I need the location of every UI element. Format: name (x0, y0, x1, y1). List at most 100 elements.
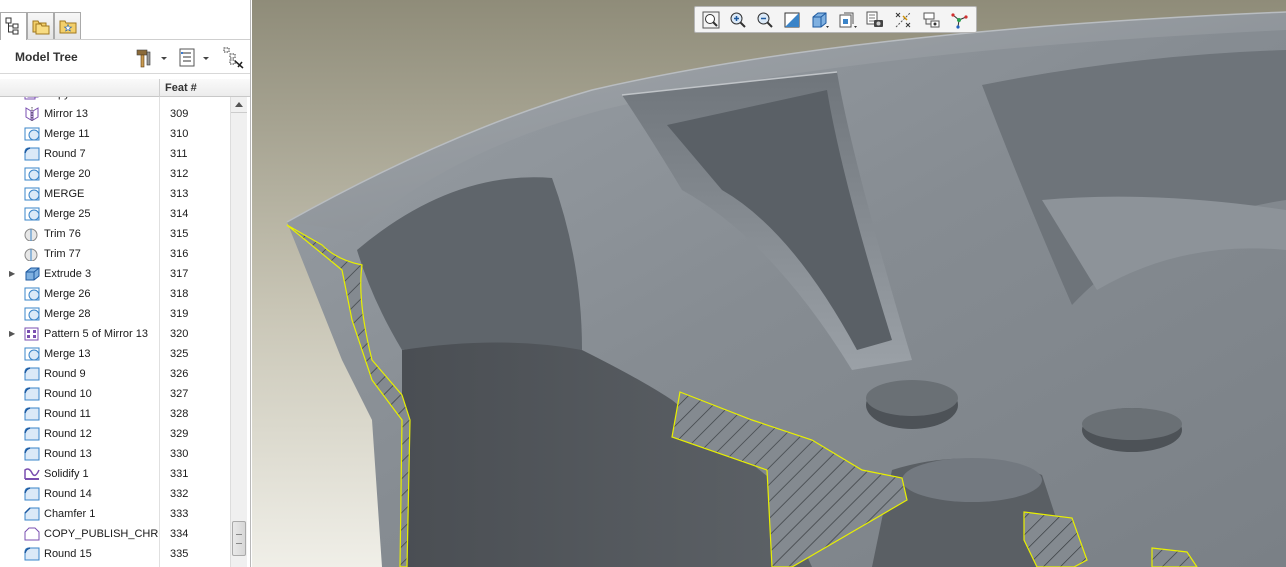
tree-row-label: Trim 77 (44, 248, 81, 260)
favorites-tab[interactable] (54, 12, 81, 39)
annotation-display-button[interactable] (919, 9, 943, 31)
tree-row[interactable]: Trim 76 315 (0, 224, 230, 244)
tree-row-label: Merge 11 (44, 128, 90, 140)
tree-row-label: COPY_PUBLISH_CHROME (44, 528, 159, 540)
tree-row[interactable]: Merge 25 314 (0, 204, 230, 224)
tree-row[interactable]: Chamfer 1 333 (0, 504, 230, 524)
tree-show-button[interactable] (178, 47, 214, 69)
view-manager-button[interactable] (863, 9, 887, 31)
tree-row-label: Round 9 (44, 368, 86, 380)
tree-row[interactable]: Merge 20 312 (0, 164, 230, 184)
tree-row[interactable]: Solidify 1 331 (0, 464, 230, 484)
tree-row-label: Merge 26 (44, 288, 91, 300)
tree-settings-button[interactable] (133, 47, 173, 69)
tree-row[interactable]: ▶ Pattern 5 of Mirror 13 320 (0, 324, 230, 344)
saved-views-button[interactable] (835, 9, 859, 31)
chevron-down-icon (203, 57, 209, 60)
zoom-in-button[interactable] (726, 9, 750, 31)
solidify-icon (24, 468, 40, 480)
tree-row-label: Round 12 (44, 428, 92, 440)
scroll-thumb[interactable] (232, 521, 246, 556)
tree-row-feat-number: 334 (170, 528, 189, 540)
repaint-button[interactable] (780, 9, 804, 31)
datum-display-button[interactable] (891, 9, 915, 31)
folder-browser-tab-icon (32, 20, 50, 35)
tree-row-label: Round 14 (44, 488, 92, 500)
tree-row-feat-number: 319 (170, 308, 189, 320)
repaint-icon (784, 12, 800, 28)
tree-row-label: Round 13 (44, 448, 92, 460)
tree-row[interactable]: Mirror 13 309 (0, 104, 230, 124)
merge-icon (24, 127, 40, 141)
tree-row-feat-number: 316 (170, 248, 189, 260)
tree-row[interactable]: Round 9 326 (0, 364, 230, 384)
tree-row-feat-number: 311 (170, 148, 188, 160)
refit-button[interactable] (699, 9, 723, 31)
feat-number-column-header[interactable]: Feat # (165, 82, 197, 94)
graphics-window[interactable] (252, 0, 1286, 567)
tree-row-label: Chamfer 1 (44, 508, 96, 520)
tree-row-feat-number: 329 (170, 428, 189, 440)
tree-column-header: Feat # (0, 79, 250, 97)
trim-icon (24, 248, 38, 261)
tree-row-label: Round 7 (44, 148, 86, 160)
tree-row[interactable]: Copy 308 (0, 97, 230, 104)
tree-row[interactable]: Trim 77 316 (0, 244, 230, 264)
model-tree-panel: Model Tree Feat # Mirror 13 309 Merge 11… (0, 0, 251, 567)
merge-icon (24, 187, 40, 201)
tree-row-label: Merge 28 (44, 308, 91, 320)
zoom-out-button[interactable] (753, 9, 777, 31)
tree-row-feat-number: 333 (170, 508, 189, 520)
tree-row[interactable]: Round 12 329 (0, 424, 230, 444)
extrude-icon (25, 267, 40, 281)
refit-icon (702, 11, 720, 29)
column-divider[interactable] (159, 79, 160, 97)
expand-arrow-icon[interactable]: ▶ (9, 264, 15, 284)
tree-row[interactable]: Round 7 311 (0, 144, 230, 164)
tree-row-feat-number: 332 (170, 488, 189, 500)
tree-scrollbar[interactable] (230, 97, 247, 567)
tree-row[interactable]: Merge 13 325 (0, 344, 230, 364)
merge-icon (24, 167, 40, 181)
zoom-in-icon (730, 12, 746, 28)
saved-views-icon (839, 12, 857, 28)
tree-row-label: Trim 76 (44, 228, 81, 240)
tree-row[interactable]: Merge 11 310 (0, 124, 230, 144)
chamfer-icon (24, 507, 40, 521)
expand-arrow-icon[interactable]: ▶ (9, 324, 15, 344)
round-icon (24, 407, 40, 421)
tree-row[interactable]: Round 14 332 (0, 484, 230, 504)
tree-filter-button[interactable] (222, 47, 246, 69)
tree-row-label: Solidify 1 (44, 468, 89, 480)
zoom-out-icon (757, 12, 773, 28)
tree-row-feat-number: 314 (170, 208, 189, 220)
tree-row[interactable]: Merge 28 319 (0, 304, 230, 324)
tree-row[interactable]: Round 15 335 (0, 544, 230, 564)
trim-icon (24, 228, 38, 241)
tree-row[interactable]: COPY_PUBLISH_CHROME 334 (0, 524, 230, 544)
navigator-tabs (0, 0, 250, 40)
scroll-up-button[interactable] (231, 97, 247, 113)
tree-row-label: Copy (44, 97, 159, 104)
round-icon (24, 387, 40, 401)
tree-row[interactable]: ▶ Extrude 3 317 (0, 264, 230, 284)
view-manager-icon (866, 11, 883, 27)
wheel-model-view[interactable] (252, 0, 1286, 567)
display-style-button[interactable] (807, 9, 831, 31)
tree-row[interactable]: Round 10 327 (0, 384, 230, 404)
pattern-icon (24, 327, 39, 341)
tree-row[interactable]: Merge 26 318 (0, 284, 230, 304)
tree-row-feat-number: 315 (170, 228, 189, 240)
round-icon (24, 147, 40, 161)
tree-row[interactable]: MERGE 313 (0, 184, 230, 204)
spin-center-button[interactable] (947, 9, 971, 31)
model-tree-title: Model Tree (15, 50, 78, 64)
round-icon (24, 547, 40, 561)
hammer-icon (136, 49, 151, 68)
tree-row-label: Merge 25 (44, 208, 91, 220)
model-tree-tab[interactable] (0, 12, 27, 40)
folder-browser-tab[interactable] (27, 12, 54, 39)
publish-icon (24, 527, 40, 541)
tree-row[interactable]: Round 11 328 (0, 404, 230, 424)
tree-row[interactable]: Round 13 330 (0, 444, 230, 464)
